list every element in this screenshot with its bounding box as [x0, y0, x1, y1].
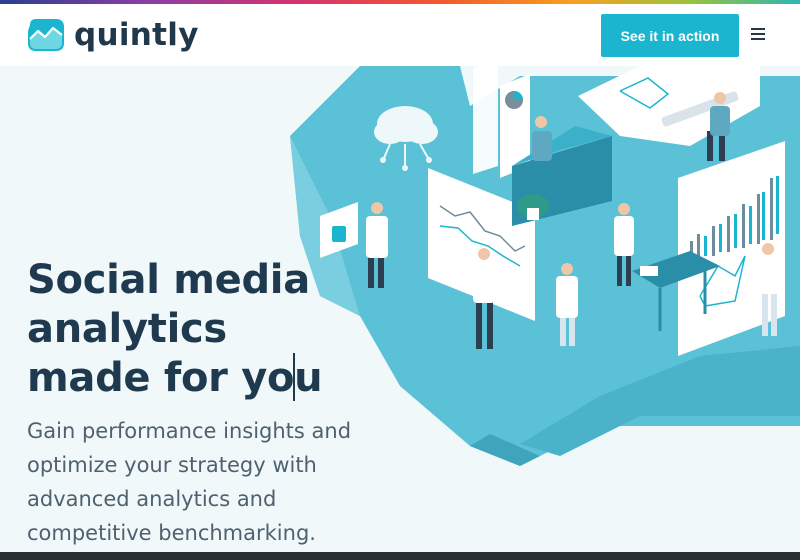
hero-headline: Social media analytics made for you	[27, 257, 323, 401]
wave-chart-logo-icon	[28, 19, 64, 51]
typing-caret	[293, 353, 295, 401]
site-header: quintly See it in action	[0, 4, 800, 66]
hero-subtext: Gain performance insights and optimize y…	[27, 419, 352, 545]
brand-name: quintly	[74, 17, 199, 53]
bottom-edge-bar	[0, 552, 800, 560]
cloud-icon	[374, 106, 438, 171]
hamburger-menu-icon[interactable]	[751, 28, 765, 40]
logo[interactable]: quintly	[26, 17, 199, 53]
hero-section: Social media analytics made for you Gain…	[0, 66, 800, 552]
see-it-in-action-button[interactable]: See it in action	[601, 14, 739, 57]
